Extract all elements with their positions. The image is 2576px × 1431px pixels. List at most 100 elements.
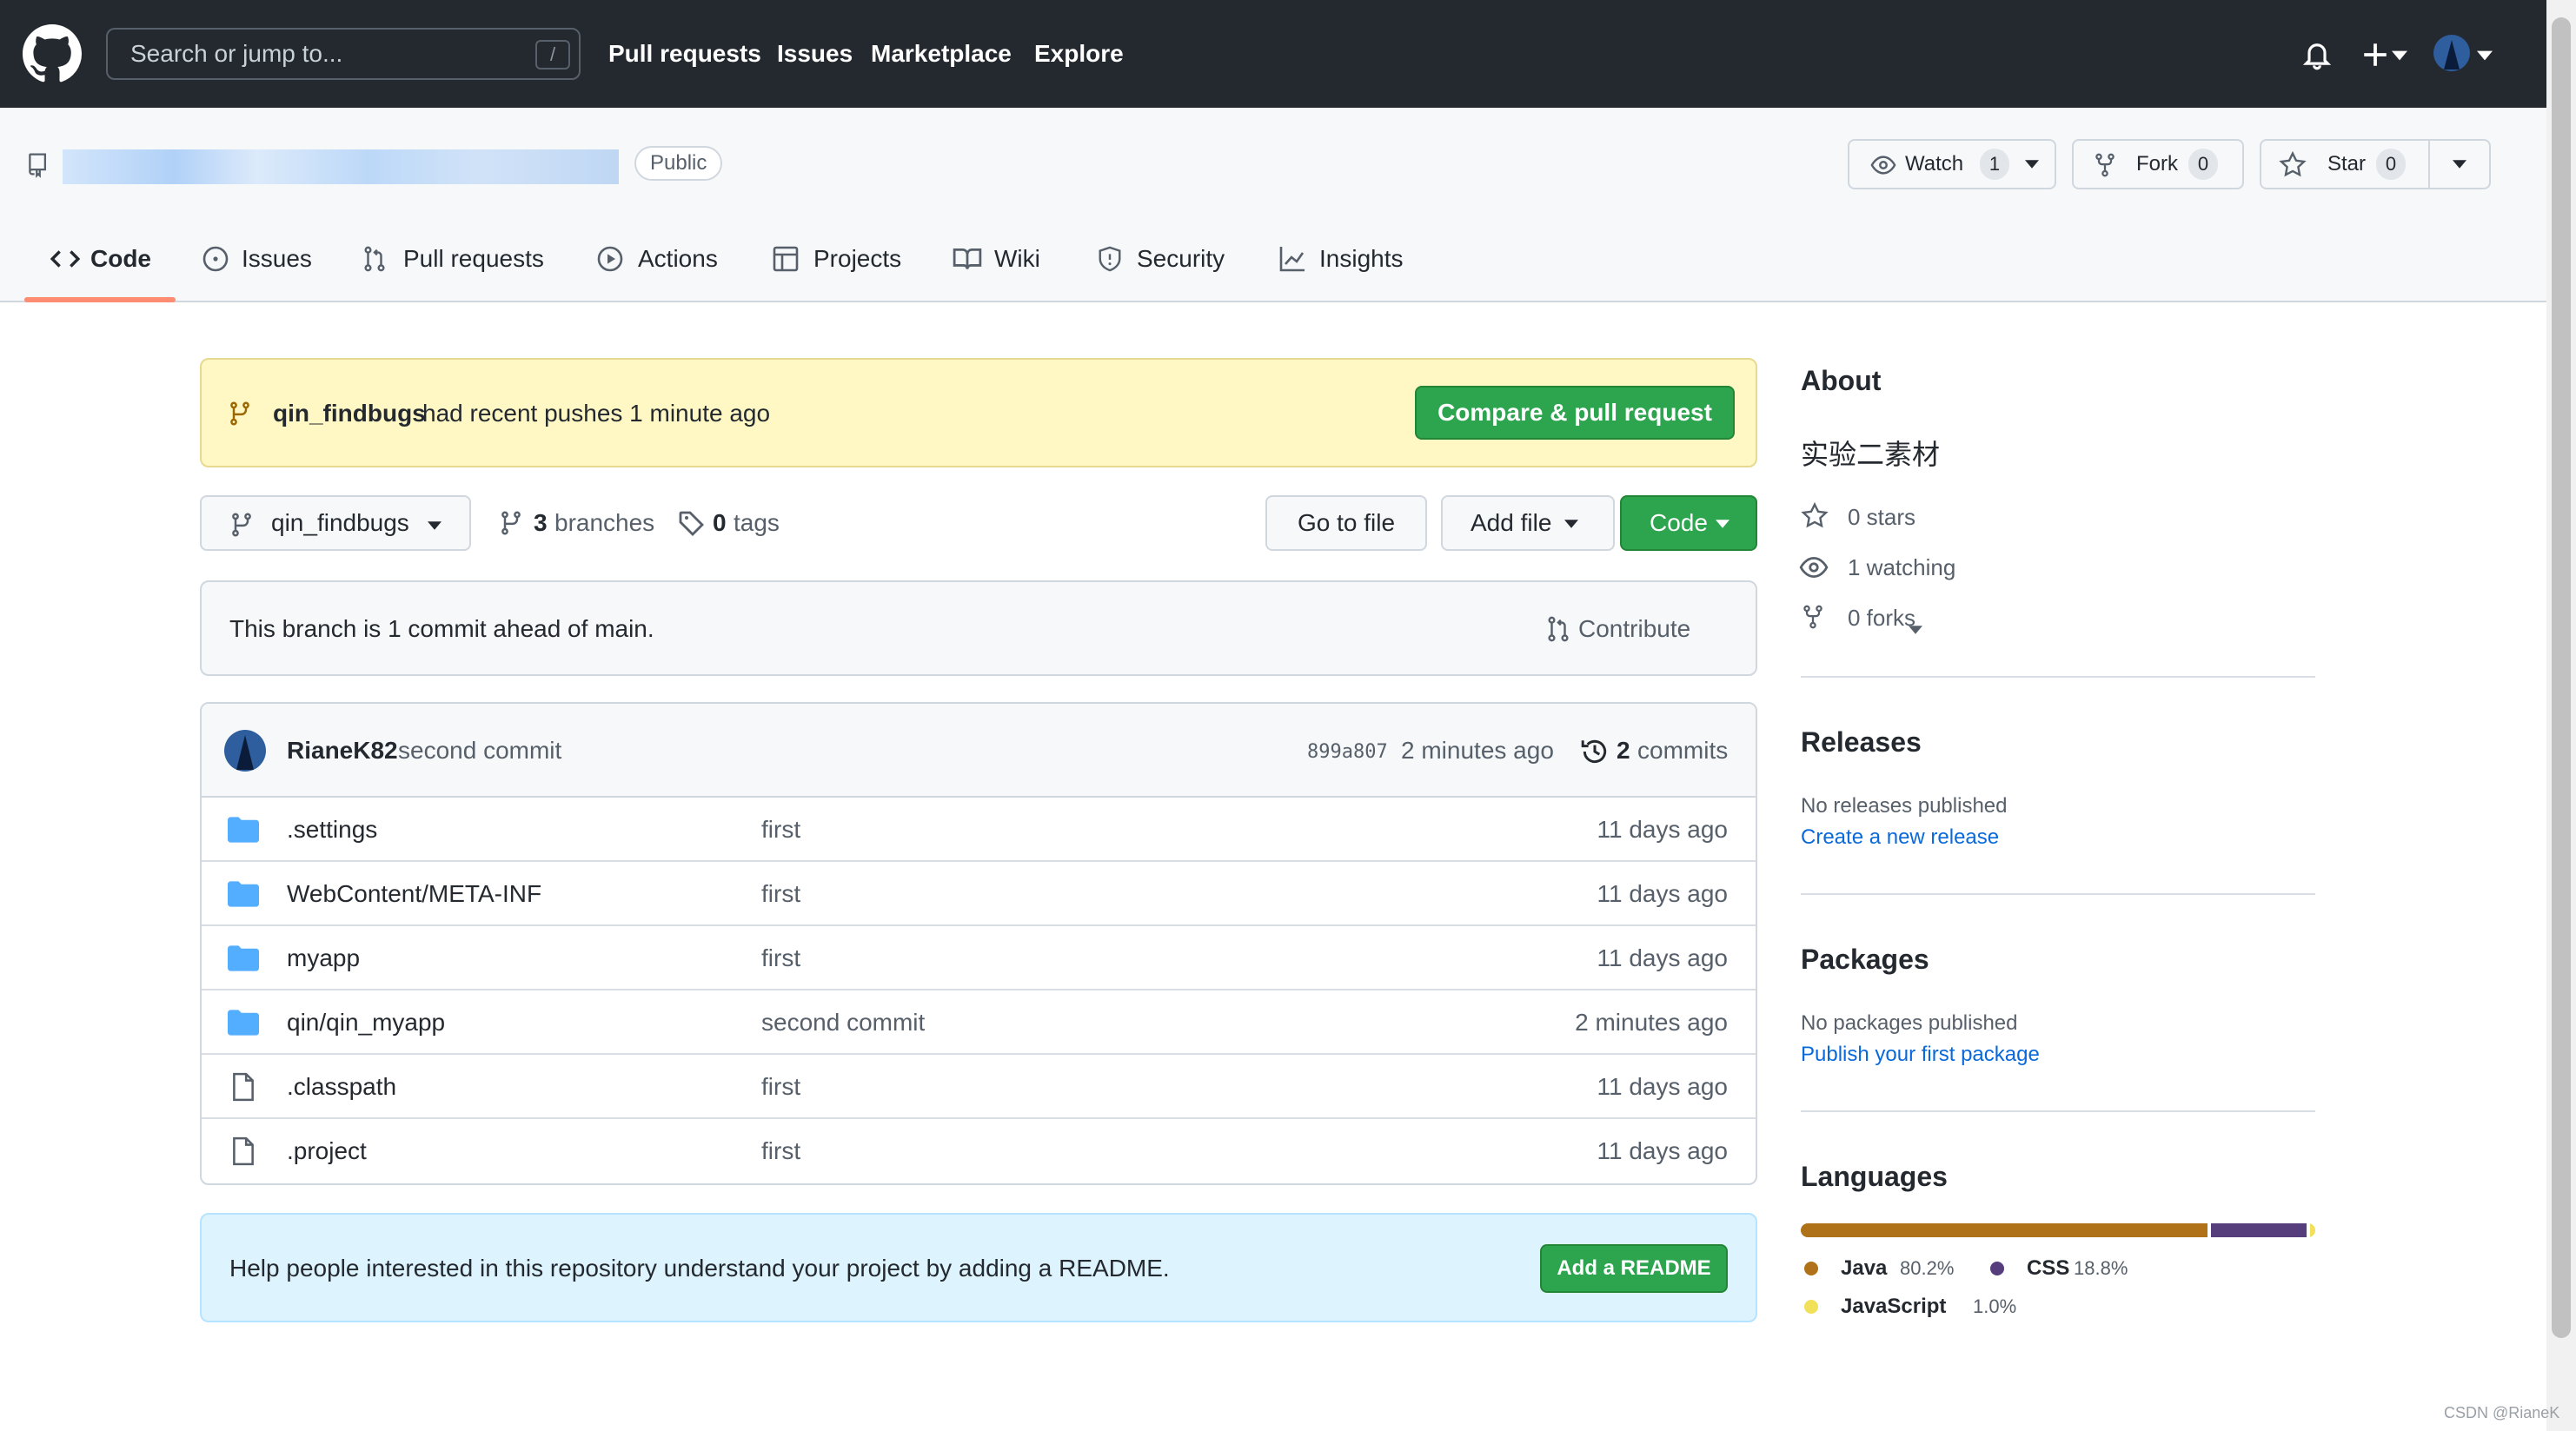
nav-marketplace[interactable]: Marketplace (871, 38, 1012, 70)
file-updated-time: 11 days ago (1597, 944, 1729, 971)
pull-request-icon (364, 246, 385, 272)
watermark: CSDN @RianeK (2444, 1404, 2560, 1421)
go-to-file-button[interactable]: Go to file (1265, 495, 1427, 551)
branch-select[interactable]: qin_findbugs (200, 495, 471, 551)
no-releases-text: No releases published (1801, 794, 2008, 818)
folder-icon (228, 817, 259, 843)
file-row[interactable]: .project first 11 days ago (202, 1119, 1756, 1183)
author-avatar[interactable] (224, 730, 266, 772)
tab-code[interactable]: Code (90, 242, 151, 276)
readme-prompt: Help people interested in this repositor… (200, 1213, 1757, 1322)
packages-heading[interactable]: Packages (1801, 944, 1929, 976)
commit-author[interactable]: RianeK82 (287, 735, 398, 766)
forks-link[interactable]: 0 forks (1848, 603, 1915, 633)
file-name[interactable]: .settings (287, 798, 377, 862)
language-color-dot (1804, 1300, 1818, 1314)
nav-explore[interactable]: Explore (1034, 38, 1124, 70)
file-name[interactable]: .classpath (287, 1055, 396, 1119)
star-icon (1801, 502, 1829, 528)
commit-sha[interactable]: 899a807 (1307, 739, 1388, 766)
current-branch-label: qin_findbugs (271, 509, 409, 536)
file-row[interactable]: myapp first 11 days ago (202, 926, 1756, 990)
chevron-down-icon (1716, 520, 1730, 528)
tab-insights[interactable]: Insights (1319, 242, 1404, 276)
tab-pull-requests[interactable]: Pull requests (403, 242, 544, 276)
file-commit-message[interactable]: first (761, 926, 800, 990)
visibility-badge: Public (634, 146, 723, 181)
chevron-down-icon (428, 521, 442, 530)
file-commit-message[interactable]: second commit (761, 990, 925, 1055)
search-placeholder: Search or jump to... (130, 40, 343, 67)
book-icon (953, 248, 982, 269)
file-name[interactable]: .project (287, 1119, 367, 1183)
add-file-button[interactable]: Add file (1441, 495, 1615, 551)
watch-label: Watch (1905, 152, 1964, 176)
tab-wiki[interactable]: Wiki (994, 242, 1040, 276)
releases-heading[interactable]: Releases (1801, 726, 1922, 759)
tab-actions[interactable]: Actions (638, 242, 718, 276)
language-name: Java (1841, 1256, 1888, 1280)
file-commit-message[interactable]: first (761, 1119, 800, 1183)
add-readme-button[interactable]: Add a README (1540, 1244, 1728, 1293)
file-commit-message[interactable]: first (761, 1055, 800, 1119)
bell-icon[interactable] (2301, 38, 2333, 71)
tab-projects[interactable]: Projects (813, 242, 901, 276)
nav-pull-requests[interactable]: Pull requests (608, 38, 761, 70)
watch-button[interactable]: Watch 1 (1848, 139, 2056, 189)
nav-issues[interactable]: Issues (777, 38, 853, 70)
file-name[interactable]: qin/qin_myapp (287, 990, 445, 1055)
publish-package-link[interactable]: Publish your first package (1801, 1043, 2040, 1067)
user-avatar[interactable] (2433, 35, 2470, 71)
language-bar-segment (2211, 1223, 2307, 1237)
file-row[interactable]: .classpath first 11 days ago (202, 1055, 1756, 1119)
language-name: JavaScript (1841, 1295, 1947, 1318)
language-percent: 1.0% (1973, 1295, 2017, 1317)
folder-icon (228, 881, 259, 907)
graph-icon (1279, 247, 1305, 272)
pushed-branch-name[interactable]: qin_findbugs (273, 398, 426, 429)
repo-title-redacted[interactable] (63, 149, 619, 184)
file-row[interactable]: qin/qin_myapp second commit 2 minutes ago (202, 990, 1756, 1055)
chevron-down-icon[interactable] (2392, 50, 2407, 61)
file-name[interactable]: myapp (287, 926, 360, 990)
file-commit-message[interactable]: first (761, 862, 800, 926)
code-dropdown-button[interactable]: Code (1620, 495, 1757, 551)
file-commit-message[interactable]: first (761, 798, 800, 862)
commit-message[interactable]: second commit (398, 735, 561, 766)
watching-link[interactable]: 1 watching (1848, 553, 1955, 582)
file-name[interactable]: WebContent/META-INF (287, 862, 541, 926)
language-bar-segment (2310, 1223, 2315, 1237)
chevron-down-icon[interactable] (2477, 50, 2493, 61)
stars-link[interactable]: 0 stars (1848, 502, 1915, 532)
plus-icon[interactable] (2360, 40, 2390, 70)
fork-button[interactable]: Fork 0 (2072, 139, 2244, 189)
tab-issues[interactable]: Issues (242, 242, 312, 276)
file-icon (233, 1136, 254, 1166)
search-input[interactable]: Search or jump to... / (106, 28, 581, 80)
fork-icon (2095, 153, 2115, 177)
commits-count[interactable]: 2 (1617, 735, 1630, 766)
language-percent: 80.2% (1900, 1257, 1955, 1279)
scrollbar-thumb[interactable] (2552, 17, 2571, 1338)
chevron-down-icon[interactable] (2453, 160, 2466, 169)
fork-icon (1803, 605, 1822, 629)
folder-icon (228, 1010, 259, 1036)
compare-pull-request-button[interactable]: Compare & pull request (1415, 386, 1735, 440)
language-bar-segment (1801, 1223, 2208, 1237)
language-color-dot (1804, 1262, 1818, 1275)
chevron-down-icon (1564, 520, 1578, 528)
commits-label[interactable]: commits (1637, 735, 1728, 766)
push-message: had recent pushes 1 minute ago (422, 400, 771, 427)
readme-message: Help people interested in this repositor… (229, 1255, 1170, 1282)
sidebar-divider (1801, 893, 2315, 895)
star-label: Star (2327, 152, 2367, 176)
file-row[interactable]: .settings first 11 days ago (202, 798, 1756, 862)
languages-heading: Languages (1801, 1161, 1948, 1192)
github-logo-icon[interactable] (23, 24, 82, 83)
branch-comparison-box: This branch is 1 commit ahead of main. C… (200, 580, 1922, 676)
create-release-link[interactable]: Create a new release (1801, 825, 1999, 850)
star-button[interactable]: Star 0 (2260, 139, 2491, 189)
file-row[interactable]: WebContent/META-INF first 11 days ago (202, 862, 1756, 926)
global-header: Search or jump to... / Pull requests Iss… (0, 0, 2546, 108)
tab-security[interactable]: Security (1137, 242, 1225, 276)
